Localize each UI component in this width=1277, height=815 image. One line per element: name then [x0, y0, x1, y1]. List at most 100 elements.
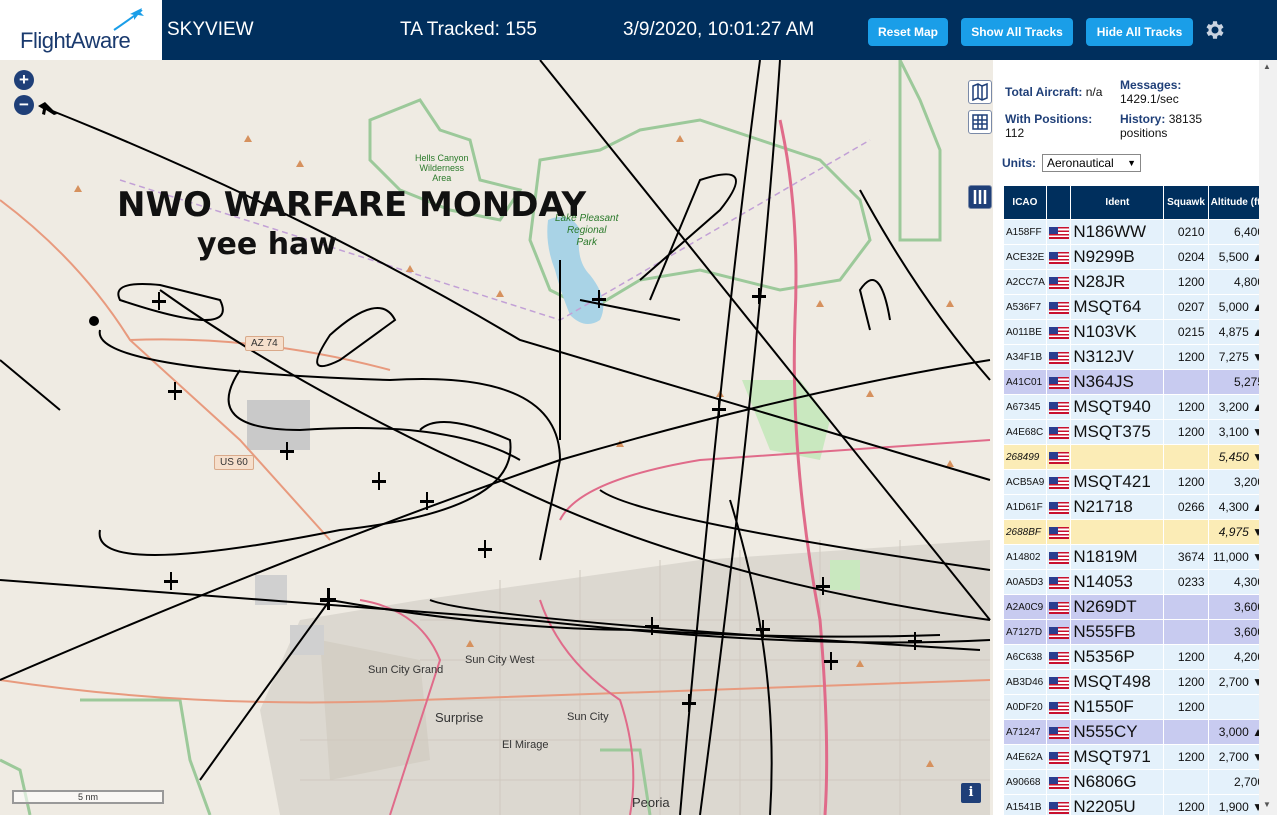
- gear-icon[interactable]: [1203, 18, 1227, 42]
- altitude-cell: 2,700 ▼: [1208, 670, 1266, 694]
- altitude-cell: 4,200: [1208, 645, 1266, 669]
- squawk-cell: 0233: [1164, 570, 1208, 594]
- col-squawk[interactable]: Squawk: [1164, 186, 1208, 219]
- us-flag-icon: [1048, 576, 1069, 589]
- altitude-cell: 3,600: [1208, 620, 1266, 644]
- az74-shield: AZ 74: [245, 336, 284, 351]
- units-select[interactable]: Aeronautical ▼: [1042, 154, 1141, 172]
- table-header: ICAO Ident Squawk Altitude (ft): [1004, 186, 1266, 219]
- scroll-down-icon[interactable]: ▼: [1263, 800, 1271, 809]
- map-grid-button[interactable]: [968, 110, 992, 134]
- table-row[interactable]: A158FF N186WW 0210 6,400: [1004, 220, 1266, 244]
- table-row[interactable]: A011BE N103VK 0215 4,875 ▲: [1004, 320, 1266, 344]
- panel-scrollbar[interactable]: ▲ ▼: [1259, 60, 1277, 815]
- with-positions-stat: With Positions: 112: [1005, 112, 1110, 140]
- table-row[interactable]: A4E62A MSQT971 1200 2,700 ▼: [1004, 745, 1266, 769]
- col-altitude[interactable]: Altitude (ft): [1208, 186, 1266, 219]
- table-row[interactable]: A4E68C MSQT375 1200 3,100 ▼: [1004, 420, 1266, 444]
- ident-cell: MSQT421: [1071, 470, 1164, 494]
- ident-cell: N555CY: [1071, 720, 1164, 744]
- col-flag[interactable]: [1046, 186, 1071, 219]
- app-name: SKYVIEW: [167, 19, 254, 40]
- us-flag-icon: [1048, 626, 1069, 639]
- table-row[interactable]: A41C01 N364JS 5,275: [1004, 370, 1266, 394]
- columns-toggle-button[interactable]: [968, 185, 992, 209]
- skyview-app: FlightAware SKYVIEW TA Tracked: 155 3/9/…: [0, 0, 1277, 815]
- ident-cell: MSQT971: [1071, 745, 1164, 769]
- history-stat: History: 38135 positions: [1120, 112, 1250, 140]
- reset-map-button[interactable]: Reset Map: [868, 18, 948, 46]
- ident-cell: [1071, 445, 1164, 469]
- altitude-cell: 3,200 ▲: [1208, 395, 1266, 419]
- table-row[interactable]: 2688BF 4,975 ▼: [1004, 520, 1266, 544]
- altitude-cell: 2,700 ▼: [1208, 745, 1266, 769]
- flag-cell: [1046, 795, 1071, 815]
- map-canvas[interactable]: [0, 60, 993, 815]
- squawk-cell: 1200: [1164, 470, 1208, 494]
- flag-cell: [1046, 670, 1071, 694]
- table-row[interactable]: A90668 N6806G 2,700: [1004, 770, 1266, 794]
- altitude-cell: 3,100 ▼: [1208, 420, 1266, 444]
- table-row[interactable]: 268499 5,450 ▼: [1004, 445, 1266, 469]
- table-row[interactable]: AB3D46 MSQT498 1200 2,700 ▼: [1004, 670, 1266, 694]
- flag-cell: [1046, 320, 1071, 344]
- map-view[interactable]: + − NWO WARFARE MONDAY yee haw Hells Can…: [0, 60, 993, 815]
- table-row[interactable]: A67345 MSQT940 1200 3,200 ▲: [1004, 395, 1266, 419]
- squawk-cell: 3674: [1164, 545, 1208, 569]
- table-row[interactable]: ACE32E N9299B 0204 5,500 ▲: [1004, 245, 1266, 269]
- table-row[interactable]: A0A5D3 N14053 0233 4,300: [1004, 570, 1266, 594]
- table-row[interactable]: A14802 N1819M 3674 11,000 ▼: [1004, 545, 1266, 569]
- altitude-cell: 11,000 ▼: [1208, 545, 1266, 569]
- us-flag-icon: [1048, 651, 1069, 664]
- us-flag-icon: [1048, 601, 1069, 614]
- tracked-count: TA Tracked: 155: [400, 19, 537, 40]
- total-aircraft-label: Total Aircraft:: [1005, 85, 1083, 99]
- map-layers-button[interactable]: [968, 80, 992, 104]
- ident-cell: N103VK: [1071, 320, 1164, 344]
- squawk-cell: [1164, 520, 1208, 544]
- zoom-in-button[interactable]: +: [14, 70, 34, 90]
- flag-cell: [1046, 470, 1071, 494]
- hide-all-tracks-button[interactable]: Hide All Tracks: [1086, 18, 1193, 46]
- scroll-up-icon[interactable]: ▲: [1263, 62, 1271, 71]
- table-row[interactable]: A6C638 N5356P 1200 4,200: [1004, 645, 1266, 669]
- altitude-cell: 5,000 ▲: [1208, 295, 1266, 319]
- altitude-cell: 3,000 ▲: [1208, 720, 1266, 744]
- datetime: 3/9/2020, 10:01:27 AM: [623, 19, 815, 40]
- flightaware-logo[interactable]: FlightAware: [0, 0, 162, 60]
- table-row[interactable]: A71247 N555CY 3,000 ▲: [1004, 720, 1266, 744]
- table-row[interactable]: A2A0C9 N269DT 3,600: [1004, 595, 1266, 619]
- flag-cell: [1046, 720, 1071, 744]
- flag-cell: [1046, 420, 1071, 444]
- icao-cell: A1541B: [1004, 795, 1046, 815]
- altitude-cell: 5,275: [1208, 370, 1266, 394]
- info-button[interactable]: i: [961, 783, 981, 803]
- ident-cell: N21718: [1071, 495, 1164, 519]
- table-row[interactable]: A7127D N555FB 3,600: [1004, 620, 1266, 644]
- table-row[interactable]: A536F7 MSQT64 0207 5,000 ▲: [1004, 295, 1266, 319]
- table-row[interactable]: A2CC7A N28JR 1200 4,800: [1004, 270, 1266, 294]
- ident-cell: N9299B: [1071, 245, 1164, 269]
- flag-cell: [1046, 295, 1071, 319]
- col-ident[interactable]: Ident: [1071, 186, 1164, 219]
- squawk-cell: 1200: [1164, 795, 1208, 815]
- us-flag-icon: [1048, 326, 1069, 339]
- table-row[interactable]: A34F1B N312JV 1200 7,275 ▼: [1004, 345, 1266, 369]
- table-row[interactable]: ACB5A9 MSQT421 1200 3,200: [1004, 470, 1266, 494]
- us-flag-icon: [1048, 501, 1069, 514]
- scale-bar: 5 nm: [12, 790, 164, 804]
- table-row[interactable]: A1541B N2205U 1200 1,900 ▼: [1004, 795, 1266, 815]
- flag-cell: [1046, 620, 1071, 644]
- squawk-cell: 0215: [1164, 320, 1208, 344]
- icao-cell: A41C01: [1004, 370, 1046, 394]
- zoom-out-button[interactable]: −: [14, 95, 34, 115]
- altitude-cell: 4,875 ▲: [1208, 320, 1266, 344]
- table-row[interactable]: A0DF20 N1550F 1200: [1004, 695, 1266, 719]
- show-all-tracks-button[interactable]: Show All Tracks: [961, 18, 1073, 46]
- squawk-cell: 1200: [1164, 670, 1208, 694]
- us-flag-icon: [1048, 226, 1069, 239]
- table-row[interactable]: A1D61F N21718 0266 4,300 ▲: [1004, 495, 1266, 519]
- squawk-cell: 1200: [1164, 695, 1208, 719]
- col-icao[interactable]: ICAO: [1004, 186, 1046, 219]
- squawk-cell: 1200: [1164, 745, 1208, 769]
